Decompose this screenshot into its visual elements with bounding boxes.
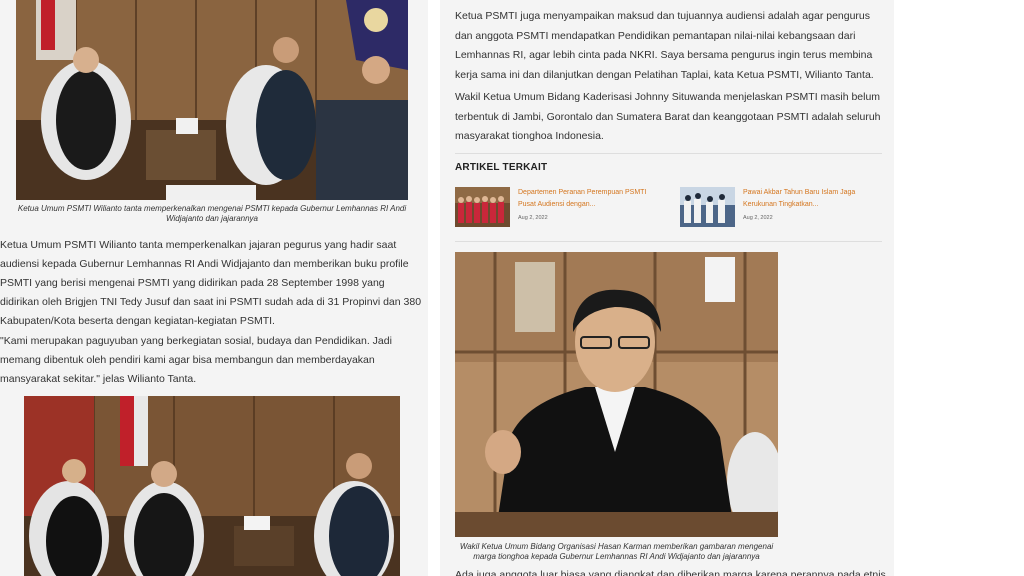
related-article-thumbnail[interactable]: [455, 187, 510, 227]
thumbnail-graphic: [455, 187, 510, 227]
related-article-link[interactable]: Pawai Akbar Tahun Baru Islam Jaga Keruku…: [743, 187, 873, 211]
section-divider: [455, 241, 882, 242]
article-paragraph: Ketua Umum PSMTI Wilianto tanta memperke…: [0, 239, 422, 327]
thumbnail-graphic: [680, 187, 735, 227]
photo-graphic: [24, 396, 400, 576]
article-paragraph: Ketua PSMTI juga menyampaikan maksud dan…: [455, 10, 874, 81]
page-margin: [894, 0, 1024, 576]
article-paragraph: "Kami merupakan paguyuban yang berkegiat…: [0, 335, 392, 385]
section-divider: [455, 153, 882, 154]
related-article-thumbnail[interactable]: [680, 187, 735, 227]
photo-graphic: [455, 252, 778, 537]
article-column-left: Ketua Umum PSMTI Wilianto tanta memperke…: [0, 0, 428, 576]
article-photo-hasan-karman: [455, 252, 778, 537]
related-article-link[interactable]: Departemen Peranan Perempuan PSMTI Pusat…: [518, 187, 648, 211]
related-article-date: Aug 2, 2022: [743, 215, 773, 221]
related-article-date: Aug 2, 2022: [518, 215, 548, 221]
photo-graphic: [16, 0, 408, 200]
article-paragraph: Wakil Ketua Umum Bidang Kaderisasi Johnn…: [455, 91, 881, 142]
article-column-right: Ketua PSMTI juga menyampaikan maksud dan…: [440, 0, 894, 576]
article-photo-audience-1: [16, 0, 408, 200]
article-paragraph: Ada juga anggota luar biasa yang diangka…: [455, 569, 886, 576]
photo-caption: Wakil Ketua Umum Bidang Organisasi Hasan…: [459, 542, 774, 561]
related-articles-heading: ARTIKEL TERKAIT: [455, 162, 548, 173]
photo-caption: Ketua Umum PSMTI Wilianto tanta memperke…: [17, 204, 407, 223]
article-photo-audience-2: [24, 396, 400, 576]
